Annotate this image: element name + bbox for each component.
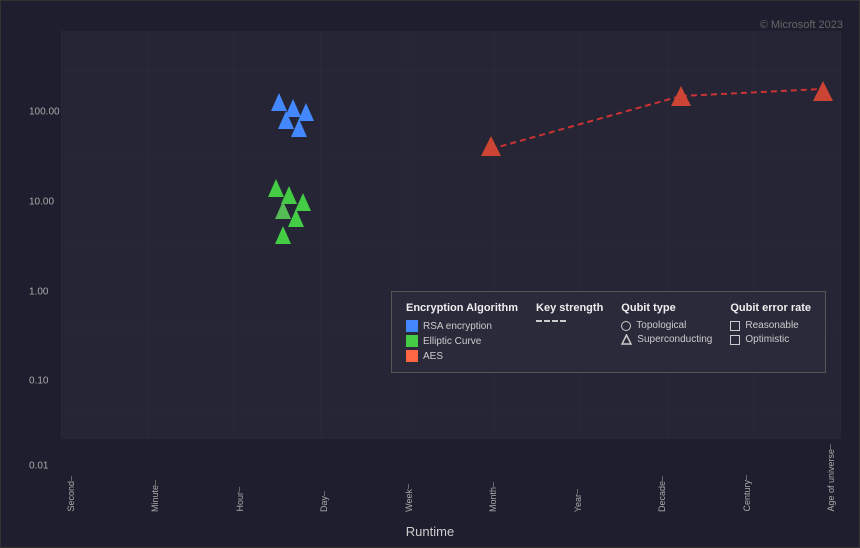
legend-qubittype-header: Qubit type	[621, 302, 712, 314]
x-tick-decade: Decade	[657, 481, 667, 512]
legend-errorrate-header: Qubit error rate	[730, 302, 811, 314]
legend-box: Encryption Algorithm RSA encryption Elli…	[391, 291, 826, 373]
y-tick-10: 10.00	[29, 196, 54, 207]
legend-topological-label: Topological	[636, 320, 686, 331]
chart-container: © Microsoft 2023 Physical qubits (millio…	[0, 0, 860, 548]
legend-topological: Topological	[621, 320, 712, 331]
legend-rsa: RSA encryption	[406, 320, 518, 332]
legend-optimistic: Optimistic	[730, 334, 811, 345]
legend-elliptic: Elliptic Curve	[406, 335, 518, 347]
legend-encryption-header: Encryption Algorithm	[406, 302, 518, 314]
legend-keystrength-item	[536, 320, 603, 322]
reasonable-square-icon	[730, 321, 740, 331]
y-tick-01: 0.10	[29, 376, 48, 387]
legend-reasonable: Reasonable	[730, 320, 811, 331]
legend-rsa-label: RSA encryption	[423, 321, 492, 332]
x-tick-age: Age of universe	[826, 449, 836, 512]
x-ticks-container: Second Minute Hour Day Week Month Year	[61, 444, 841, 512]
chart-svg: 100.00 10.00 1.00 0.10 0.01	[61, 31, 841, 439]
x-tick-week: Week	[404, 489, 414, 512]
rsa-color-icon	[406, 320, 418, 332]
x-tick-day: Day	[319, 496, 329, 512]
legend-aes-label: AES	[423, 351, 443, 362]
legend-optimistic-label: Optimistic	[745, 334, 789, 345]
x-tick-hour: Hour	[235, 492, 245, 512]
legend-elliptic-label: Elliptic Curve	[423, 336, 481, 347]
x-tick-month: Month	[488, 487, 498, 512]
legend-superconducting-label: Superconducting	[637, 334, 712, 345]
x-tick-second: Second	[66, 481, 76, 512]
optimistic-square-icon	[730, 335, 740, 345]
y-tick-100: 100.00	[29, 107, 60, 118]
superconducting-triangle-icon	[621, 334, 632, 345]
x-axis-label: Runtime	[406, 524, 454, 539]
legend-reasonable-label: Reasonable	[745, 320, 798, 331]
x-tick-century: Century	[742, 480, 752, 512]
dashed-line-icon	[536, 320, 566, 322]
aes-color-icon	[406, 350, 418, 362]
x-tick-year: Year	[573, 494, 583, 512]
legend-keystrength-header: Key strength	[536, 302, 603, 314]
y-tick-1: 1.00	[29, 286, 48, 297]
topological-circle-icon	[621, 321, 631, 331]
legend-aes: AES	[406, 350, 518, 362]
elliptic-color-icon	[406, 335, 418, 347]
x-tick-minute: Minute	[150, 485, 160, 512]
y-tick-001: 0.01	[29, 461, 48, 472]
legend-superconducting: Superconducting	[621, 334, 712, 345]
watermark: © Microsoft 2023	[760, 19, 843, 31]
